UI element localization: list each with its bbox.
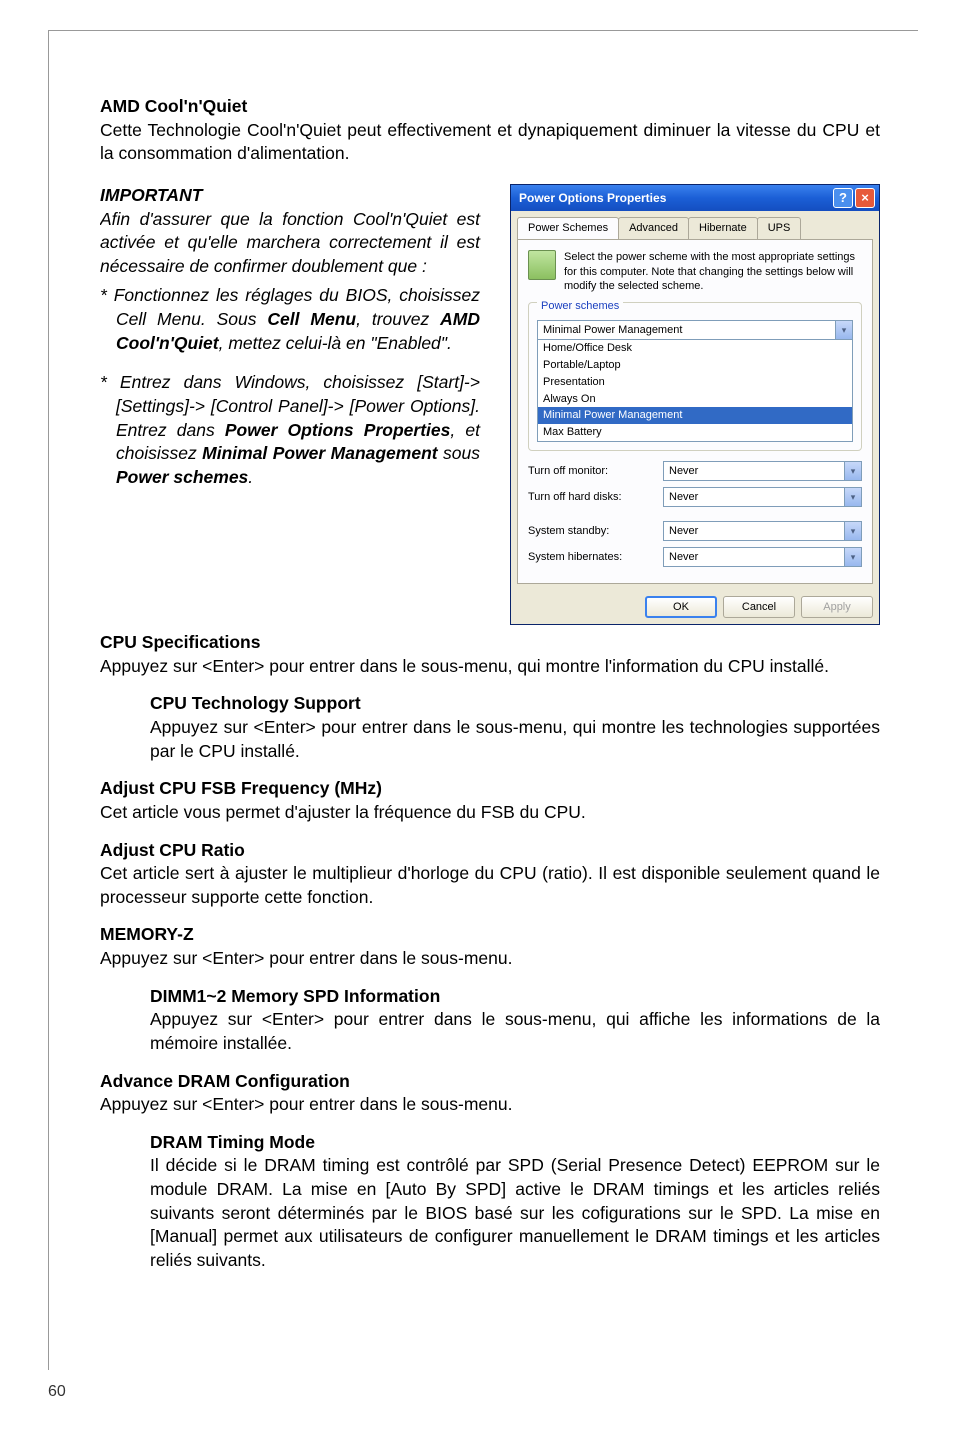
page-number: 60 — [48, 1383, 66, 1401]
chevron-down-icon[interactable]: ▾ — [844, 522, 861, 540]
power-scheme-select[interactable]: Minimal Power Management ▾ — [537, 320, 853, 340]
chevron-down-icon[interactable]: ▾ — [844, 488, 861, 506]
monitor-select[interactable]: Never ▾ — [663, 461, 862, 481]
dialog-title-bar[interactable]: Power Options Properties ? × — [511, 185, 879, 211]
title-bar-controls: ? × — [833, 188, 875, 208]
important-item-2: * Entrez dans Windows, choisissez [Start… — [100, 371, 480, 489]
heading-cpu-spec: CPU Specifications — [100, 631, 880, 655]
imp1-b: Cell Menu — [267, 309, 356, 329]
apply-button[interactable]: Apply — [801, 596, 873, 618]
disks-select[interactable]: Never ▾ — [663, 487, 862, 507]
heading-dram-timing: DRAM Timing Mode — [150, 1131, 880, 1155]
body-dram-cfg: Appuyez sur <Enter> pour entrer dans le … — [100, 1093, 880, 1117]
close-button[interactable]: × — [855, 188, 875, 208]
setting-disks: Turn off hard disks: Never ▾ — [528, 487, 862, 507]
heading-dram-cfg: Advance DRAM Configuration — [100, 1070, 880, 1094]
setting-hibernate: System hibernates: Never ▾ — [528, 547, 862, 567]
body-dimm: Appuyez sur <Enter> pour entrer dans le … — [150, 1008, 880, 1055]
imp2-g: . — [248, 467, 253, 487]
scheme-option[interactable]: Portable/Laptop — [538, 357, 852, 374]
dialog-intro-text: Select the power scheme with the most ap… — [564, 250, 862, 295]
imp2-f: Power schemes — [116, 467, 248, 487]
chevron-down-icon[interactable]: ▾ — [844, 548, 861, 566]
setting-monitor: Turn off monitor: Never ▾ — [528, 461, 862, 481]
heading-ratio: Adjust CPU Ratio — [100, 839, 880, 863]
scheme-option[interactable]: Presentation — [538, 374, 852, 391]
ok-button[interactable]: OK — [645, 596, 717, 618]
body-cpu-tech: Appuyez sur <Enter> pour entrer dans le … — [150, 716, 880, 763]
heading-cpu-tech: CPU Technology Support — [150, 692, 880, 716]
scheme-option[interactable]: Home/Office Desk — [538, 340, 852, 357]
standby-value: Never — [669, 524, 698, 539]
tab-hibernate[interactable]: Hibernate — [688, 217, 758, 239]
standby-select[interactable]: Never ▾ — [663, 521, 862, 541]
setting-standby: System standby: Never ▾ — [528, 521, 862, 541]
monitor-value: Never — [669, 464, 698, 479]
body-dram-timing: Il décide si le DRAM timing est contrôlé… — [150, 1154, 880, 1272]
monitor-label: Turn off monitor: — [528, 464, 663, 479]
hibernate-value: Never — [669, 550, 698, 565]
imp1-c: , trouvez — [356, 309, 440, 329]
hibernate-select[interactable]: Never ▾ — [663, 547, 862, 567]
power-scheme-value: Minimal Power Management — [543, 323, 682, 338]
heading-memz: MEMORY-Z — [100, 923, 880, 947]
page-content: AMD Cool'n'Quiet Cette Technologie Cool'… — [100, 95, 880, 1273]
imp2-b: Power Options Properties — [225, 420, 451, 440]
tab-ups[interactable]: UPS — [757, 217, 802, 239]
important-item-1: * Fonctionnez les réglages du BIOS, choi… — [100, 284, 480, 355]
scheme-option-selected[interactable]: Minimal Power Management — [538, 407, 852, 424]
imp1-e: , mettez celui-là en "Enabled". — [219, 333, 452, 353]
power-schemes-legend: Power schemes — [537, 299, 623, 314]
cancel-button[interactable]: Cancel — [723, 596, 795, 618]
dialog-buttons: OK Cancel Apply — [511, 590, 879, 624]
important-column: IMPORTANT Afin d'assurer que la fonction… — [100, 184, 480, 490]
body-memz: Appuyez sur <Enter> pour entrer dans le … — [100, 947, 880, 971]
disks-label: Turn off hard disks: — [528, 490, 663, 505]
power-options-dialog: Power Options Properties ? × Power Schem… — [510, 184, 880, 625]
tab-advanced[interactable]: Advanced — [618, 217, 689, 239]
help-button[interactable]: ? — [833, 188, 853, 208]
chevron-down-icon[interactable]: ▾ — [835, 321, 852, 339]
disks-value: Never — [669, 490, 698, 505]
body-fsb: Cet article vous permet d'ajuster la fré… — [100, 801, 880, 825]
dialog-tab-body: Select the power scheme with the most ap… — [517, 239, 873, 584]
scheme-option[interactable]: Always On — [538, 391, 852, 408]
dialog-intro-row: Select the power scheme with the most ap… — [528, 250, 862, 295]
important-intro: Afin d'assurer que la fonction Cool'n'Qu… — [100, 208, 480, 279]
imp2-d: Minimal Power Management — [202, 443, 437, 463]
tab-power-schemes[interactable]: Power Schemes — [517, 217, 619, 239]
body-ratio: Cet article sert à ajuster le multiplieu… — [100, 862, 880, 909]
body-amd-cnq: Cette Technologie Cool'n'Quiet peut effe… — [100, 119, 880, 166]
heading-amd-cnq: AMD Cool'n'Quiet — [100, 95, 880, 119]
heading-dimm: DIMM1~2 Memory SPD Information — [150, 985, 880, 1009]
power-schemes-fieldset: Power schemes Minimal Power Management ▾… — [528, 302, 862, 451]
hibernate-label: System hibernates: — [528, 550, 663, 565]
heading-important: IMPORTANT — [100, 184, 480, 208]
power-scheme-dropdown: Home/Office Desk Portable/Laptop Present… — [537, 340, 853, 442]
dialog-title: Power Options Properties — [519, 190, 833, 206]
battery-icon — [528, 250, 556, 280]
heading-fsb: Adjust CPU FSB Frequency (MHz) — [100, 777, 880, 801]
body-cpu-spec: Appuyez sur <Enter> pour entrer dans le … — [100, 655, 880, 679]
scheme-option[interactable]: Max Battery — [538, 424, 852, 441]
dialog-tabs: Power Schemes Advanced Hibernate UPS — [511, 211, 879, 239]
imp2-e: sous — [438, 443, 480, 463]
chevron-down-icon[interactable]: ▾ — [844, 462, 861, 480]
standby-label: System standby: — [528, 524, 663, 539]
dialog-column: Power Options Properties ? × Power Schem… — [510, 184, 880, 625]
